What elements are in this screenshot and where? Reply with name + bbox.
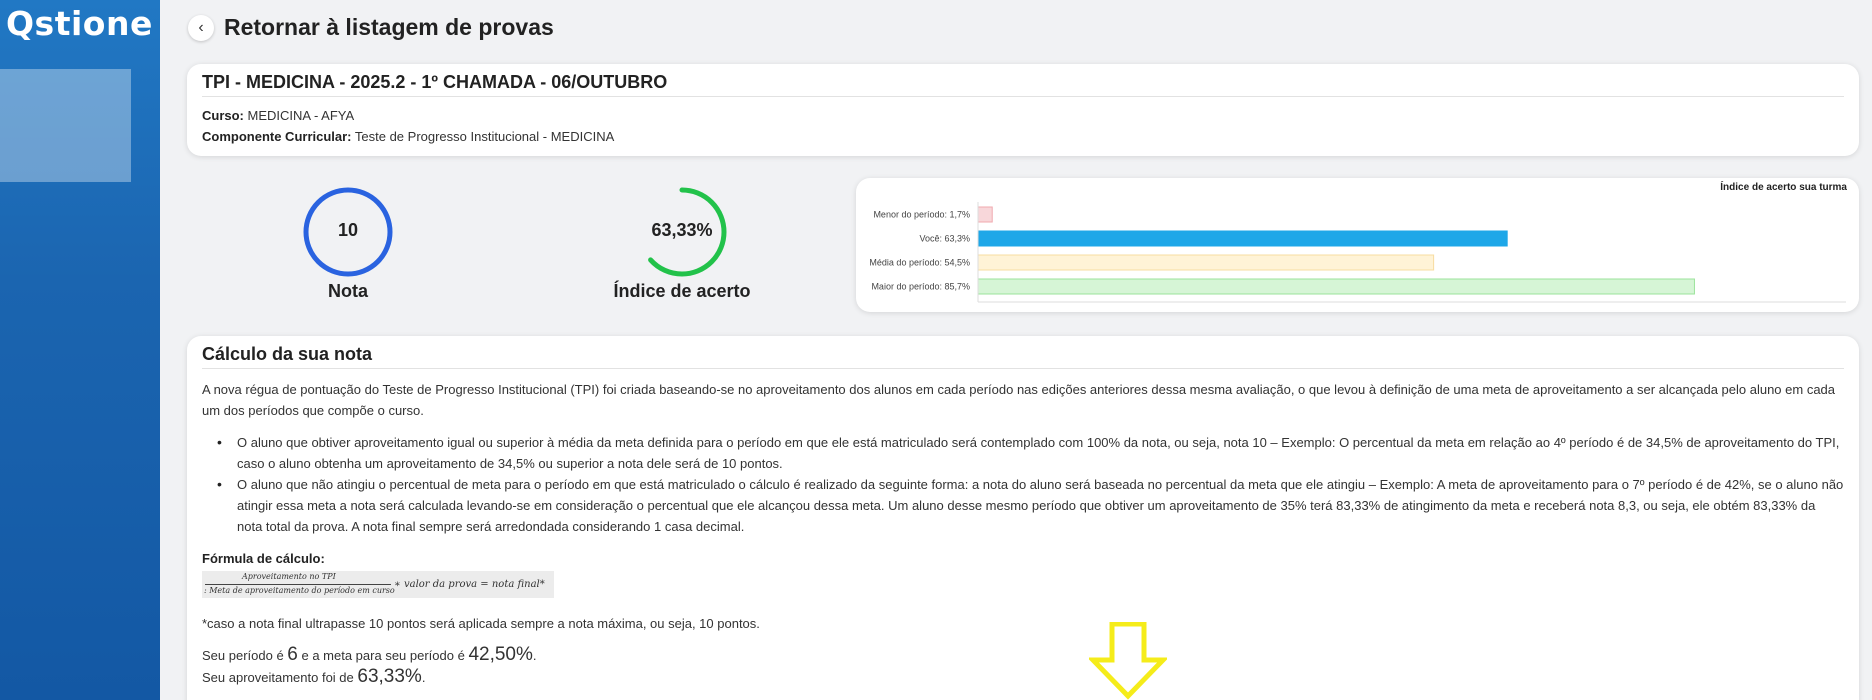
sidebar-selected-item[interactable] <box>0 69 131 182</box>
scroll-down-arrow-icon <box>1089 622 1167 700</box>
component-label: Componente Curricular: <box>202 129 352 144</box>
goal-value: 42,50% <box>468 644 533 665</box>
bar[interactable] <box>977 206 993 223</box>
perf-suffix: . <box>421 670 426 685</box>
bar[interactable] <box>977 254 1435 271</box>
performance-line: Seu aproveitamento foi de 63,33%. <box>202 666 425 688</box>
indice-label: Índice de acerto <box>613 281 751 301</box>
perf-prefix: Seu aproveitamento foi de <box>202 670 358 685</box>
goal-prefix: e a meta para seu período é <box>297 648 469 663</box>
formula-rest: ∗ valor da prova = nota final* <box>394 579 545 590</box>
perf-value: 63,33% <box>357 666 422 687</box>
bar[interactable] <box>977 230 1508 247</box>
formula-fraction-line <box>205 584 391 585</box>
back-to-exam-list-link[interactable]: Retornar à listagem de provas <box>224 14 554 41</box>
nota-label: Nota <box>328 281 368 301</box>
bar-label: Menor do período: 1,7% <box>873 210 970 220</box>
course-line: Curso: MEDICINA - AFYA <box>202 108 354 123</box>
calc-intro: A nova régua de pontuação do Teste de Pr… <box>202 382 1836 418</box>
grade-calculation-card: Cálculo da sua nota A nova régua de pont… <box>187 336 1859 700</box>
exam-title: TPI - MEDICINA - 2025.2 - 1º CHAMADA - 0… <box>202 72 668 92</box>
period-goal-line: Seu período é 6 e a meta para seu períod… <box>202 644 537 666</box>
nota-value: 10 <box>337 220 359 240</box>
indice-value: 63,33% <box>651 220 713 240</box>
divider <box>202 368 1844 369</box>
main-content: ‹ Retornar à listagem de provas TPI - ME… <box>160 0 1872 700</box>
component-value: Teste de Progresso Institucional - MEDIC… <box>351 129 615 144</box>
course-value: MEDICINA - AFYA <box>243 108 355 123</box>
calc-title: Cálculo da sua nota <box>202 344 373 364</box>
formula-image: Aproveitamento no TPI : Meta de aproveit… <box>202 571 554 598</box>
calc-note: *caso a nota final ultrapasse 10 pontos … <box>202 616 760 631</box>
divider <box>202 96 1844 97</box>
chevron-left-icon[interactable]: ‹ <box>188 14 214 41</box>
goal-suffix: . <box>532 648 537 663</box>
sidebar: Qstione <box>0 0 160 700</box>
component-line: Componente Curricular: Teste de Progress… <box>202 129 614 144</box>
calc-rule-item: O aluno que obtiver aproveitamento igual… <box>217 432 1844 474</box>
course-label: Curso: <box>202 108 244 123</box>
formula-label: Fórmula de cálculo: <box>202 551 325 566</box>
formula-numerator: Aproveitamento no TPI <box>242 572 336 581</box>
exam-info-card: TPI - MEDICINA - 2025.2 - 1º CHAMADA - 0… <box>187 64 1859 156</box>
period-value: 6 <box>287 644 298 665</box>
bar-label: Média do período: 54,5% <box>869 258 970 268</box>
bar[interactable] <box>977 278 1695 295</box>
qstione-logo[interactable]: Qstione <box>6 4 153 43</box>
back-navigation[interactable]: ‹ Retornar à listagem de provas <box>188 14 554 41</box>
class-score-chart-card: Índice de acerto sua turma Menor do perí… <box>856 178 1859 312</box>
bar-label: Você: 63,3% <box>919 234 970 244</box>
bar-label: Maior do período: 85,7% <box>871 282 970 292</box>
period-prefix: Seu período é <box>202 648 288 663</box>
calc-rules-list: O aluno que obtiver aproveitamento igual… <box>217 432 1844 537</box>
formula-denominator: : Meta de aproveitamento do período em c… <box>204 586 395 595</box>
bar-chart: Menor do período: 1,7% Você: 63,3% Média d… <box>869 202 1846 303</box>
calc-rule-item: O aluno que não atingiu o percentual de … <box>217 474 1844 537</box>
